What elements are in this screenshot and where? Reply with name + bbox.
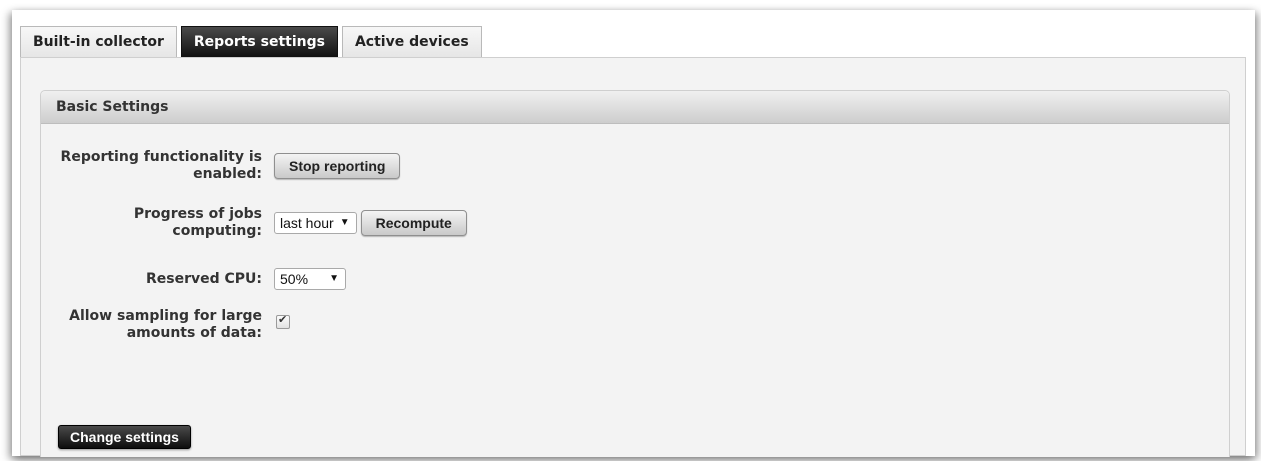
change-settings-button[interactable]: Change settings (58, 425, 191, 449)
progress-label: Progress of jobs computing: (41, 206, 262, 240)
allow-sampling-checkbox[interactable]: ✔ (276, 313, 290, 329)
sampling-label-line1: Allow sampling for large (69, 308, 262, 324)
sampling-label: Allow sampling for large amounts of data… (41, 308, 262, 342)
progress-label-line1: Progress of jobs (133, 206, 262, 222)
reserved-cpu-select[interactable]: 50% ▼ (274, 268, 346, 290)
sampling-label-line2: amounts of data: (126, 325, 262, 341)
panel-title: Basic Settings (41, 91, 1229, 124)
tab-built-in-collector[interactable]: Built-in collector (20, 26, 177, 57)
tab-bar: Built-in collector Reports settings Acti… (20, 25, 486, 57)
settings-window: Built-in collector Reports settings Acti… (12, 10, 1255, 457)
progress-period-select[interactable]: last hour ▼ (274, 212, 357, 234)
reporting-label: Reporting functionality is enabled: (41, 149, 262, 183)
cpu-label: Reserved CPU: (145, 270, 262, 287)
reporting-row: Reporting functionality is enabled: Stop… (41, 149, 401, 183)
tab-active-devices[interactable]: Active devices (341, 26, 482, 57)
recompute-button[interactable]: Recompute (360, 210, 467, 236)
progress-period-value: last hour (280, 215, 334, 231)
tab-content: Basic Settings Reporting functionality i… (20, 57, 1246, 457)
reporting-label-line1: Reporting functionality is (60, 149, 262, 165)
cpu-row: Reserved CPU: 50% ▼ (41, 268, 346, 290)
stop-reporting-button[interactable]: Stop reporting (274, 153, 401, 179)
basic-settings-panel: Basic Settings Reporting functionality i… (40, 90, 1230, 457)
caret-down-icon: ▼ (339, 217, 350, 228)
checkmark-icon: ✔ (278, 313, 288, 326)
reserved-cpu-value: 50% (280, 271, 309, 287)
tab-reports-settings[interactable]: Reports settings (180, 26, 338, 57)
progress-label-line2: computing: (172, 223, 262, 239)
caret-down-icon: ▼ (329, 273, 339, 284)
progress-row: Progress of jobs computing: last hour ▼ … (41, 206, 467, 240)
sampling-row: Allow sampling for large amounts of data… (41, 308, 290, 342)
reporting-label-line2: enabled: (193, 166, 262, 182)
